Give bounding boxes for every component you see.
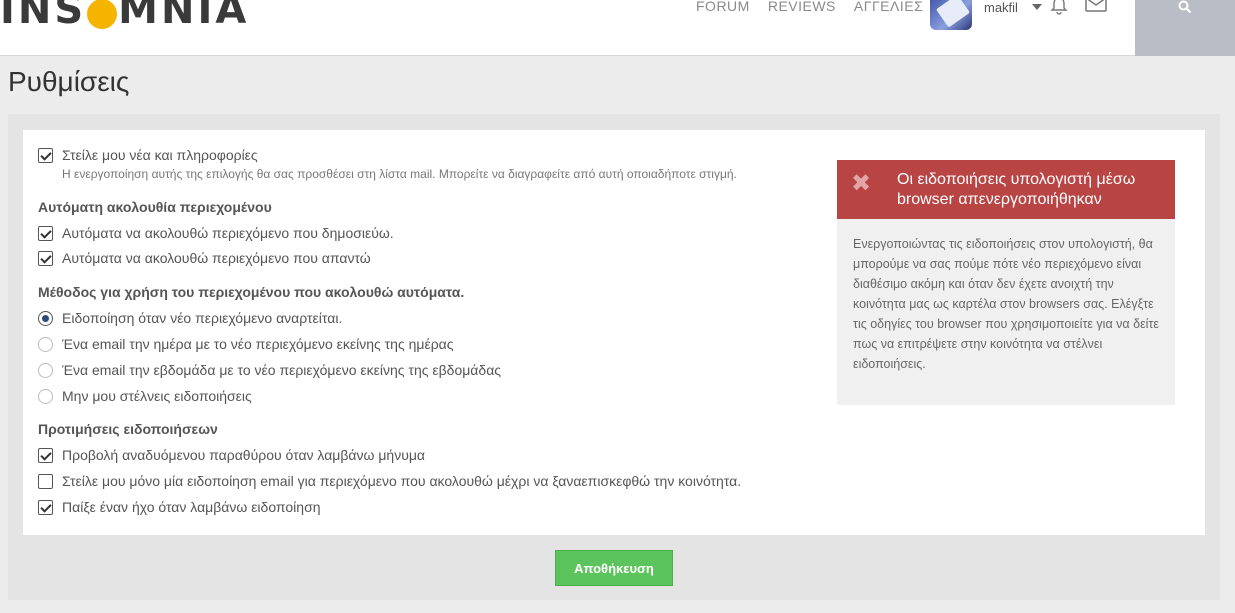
- method-option[interactable]: Μην μου στέλνεις ειδοποιήσεις: [38, 388, 252, 404]
- nav-classifieds[interactable]: ΑΓΓΕΛΙΕΣ: [854, 0, 923, 14]
- option-label: Ένα email την εβδομάδα με το νέο περιεχό…: [62, 362, 502, 378]
- search-icon: [1178, 0, 1192, 14]
- chevron-down-icon[interactable]: [1032, 4, 1042, 10]
- main-nav: FORUM REVIEWS ΑΓΓΕΛΙΕΣ: [696, 0, 923, 14]
- method-option[interactable]: Ειδοποίηση όταν νέο περιεχόμενο αναρτείτ…: [38, 310, 342, 326]
- auto-follow-posted-checkbox[interactable]: [38, 225, 53, 241]
- option-label: Παίξε έναν ήχο όταν λαμβάνω ειδοποίηση: [62, 499, 321, 515]
- page-title: Ρυθμίσεις: [8, 66, 130, 97]
- notif-prefs-heading: Προτιμήσεις ειδοποιήσεων: [38, 421, 218, 437]
- close-icon: ✖: [851, 170, 872, 197]
- method-radio-notify[interactable]: [38, 310, 53, 326]
- method-radio-none[interactable]: [38, 388, 53, 404]
- bell-icon[interactable]: [1049, 0, 1069, 16]
- method-heading: Μέθοδος για χρήση του περιεχομένου που α…: [38, 284, 465, 300]
- option-label: Ένα email την ημέρα με το νέο περιεχόμεν…: [62, 336, 454, 352]
- auto-follow-replied-checkbox[interactable]: [38, 250, 53, 266]
- newsletter-option[interactable]: Στείλε μου νέα και πληροφορίες: [38, 147, 258, 163]
- save-button[interactable]: Αποθήκευση: [555, 550, 673, 586]
- site-logo[interactable]: INS MNIA: [0, 0, 249, 32]
- notif-pref-option[interactable]: Στείλε μου μόνο μία ειδοποίηση email για…: [38, 473, 741, 489]
- browser-notif-alert: ✖ Οι ειδοποιήσεις υπολογιστή μέσω browse…: [837, 160, 1175, 219]
- username[interactable]: makfil: [984, 0, 1018, 15]
- notif-pref-option[interactable]: Παίξε έναν ήχο όταν λαμβάνω ειδοποίηση: [38, 499, 321, 515]
- option-label: Προβολή αναδυόμενου παραθύρου όταν λαμβά…: [62, 447, 426, 463]
- auto-follow-option[interactable]: Αυτόματα να ακολουθώ περιεχόμενο που απα…: [38, 250, 371, 266]
- newsletter-checkbox[interactable]: [38, 147, 53, 163]
- alert-title: Οι ειδοποιήσεις υπολογιστή μέσω browser …: [897, 171, 1136, 208]
- option-label: Μην μου στέλνεις ειδοποιήσεις: [62, 388, 252, 404]
- option-label: Αυτόματα να ακολουθώ περιεχόμενο που απα…: [62, 250, 371, 266]
- option-label: Στείλε μου μόνο μία ειδοποίηση email για…: [62, 473, 742, 489]
- option-label: Αυτόματα να ακολουθώ περιεχόμενο που δημ…: [62, 225, 394, 241]
- newsletter-hint: Η ενεργοποίηση αυτής της επιλογής θα σας…: [62, 167, 737, 181]
- notif-pref-option[interactable]: Προβολή αναδυόμενου παραθύρου όταν λαμβά…: [38, 447, 425, 463]
- auto-follow-option[interactable]: Αυτόματα να ακολουθώ περιεχόμενο που δημ…: [38, 225, 394, 241]
- mail-icon[interactable]: [1085, 0, 1107, 14]
- single-email-checkbox[interactable]: [38, 473, 53, 489]
- auto-follow-heading: Αυτόματη ακολουθία περιεχομένου: [38, 199, 272, 215]
- search-button[interactable]: [1135, 0, 1235, 56]
- method-radio-daily[interactable]: [38, 336, 53, 352]
- avatar[interactable]: [930, 0, 972, 30]
- alert-body: Ενεργοποιώντας τις ειδοποιήσεις στον υπο…: [837, 219, 1175, 405]
- method-radio-weekly[interactable]: [38, 362, 53, 378]
- site-header: INS MNIA FORUM REVIEWS ΑΓΓΕΛΙΕΣ makfil: [0, 0, 1235, 56]
- popup-checkbox[interactable]: [38, 447, 53, 463]
- logo-face-icon: [87, 0, 118, 29]
- newsletter-label: Στείλε μου νέα και πληροφορίες: [62, 147, 258, 163]
- option-label: Ειδοποίηση όταν νέο περιεχόμενο αναρτείτ…: [62, 310, 343, 326]
- nav-forum[interactable]: FORUM: [696, 0, 750, 14]
- method-option[interactable]: Ένα email την ημέρα με το νέο περιεχόμεν…: [38, 336, 454, 352]
- method-option[interactable]: Ένα email την εβδομάδα με το νέο περιεχό…: [38, 362, 501, 378]
- sound-checkbox[interactable]: [38, 499, 53, 515]
- nav-reviews[interactable]: REVIEWS: [768, 0, 836, 14]
